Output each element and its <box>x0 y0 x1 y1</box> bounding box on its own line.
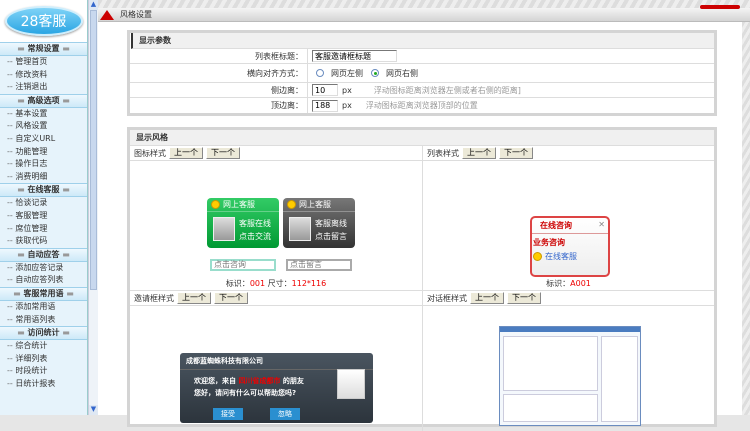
dialog-style-section: 对话框样式 上一个 下一个 <box>423 291 714 431</box>
sidebar-item[interactable]: 自定义URL <box>0 133 87 146</box>
list-next-button[interactable]: 下一个 <box>499 147 533 159</box>
sidebar-item[interactable]: 获取代码 <box>0 235 87 248</box>
invite-box-preview: 成都蓝蜘蛛科技有限公司 欢迎您，来自 四川省成都市 的朋友 您好，请问有什么可以… <box>180 353 373 423</box>
qq-icon <box>211 200 220 209</box>
ignore-button[interactable]: 忽略 <box>270 408 300 420</box>
avatar <box>213 217 235 241</box>
list-prev-button[interactable]: 上一个 <box>462 147 496 159</box>
list-title-label: 列表框标题： <box>130 49 308 63</box>
sidebar-section-header: 常规设置 <box>0 42 87 56</box>
icon-style-section: 图标样式 上一个 下一个 网上客服 客服在线 点击交流 网上客服 客服离线 点击留言 点… <box>130 146 423 291</box>
top-hint: 浮动图标距离浏览器顶部的位置 <box>365 101 478 110</box>
align-right-radio[interactable] <box>371 69 379 77</box>
sidebar-item[interactable]: 时段统计 <box>0 365 87 378</box>
online-icon-preview: 网上客服 客服在线 点击交流 <box>207 198 279 248</box>
sidebar-section-header: 客服常用语 <box>0 286 87 301</box>
qq-icon <box>533 252 542 261</box>
close-icon: ✕ <box>598 220 605 229</box>
list-style-section: 列表样式 上一个 下一个 在线咨询 ✕ 业务咨询 在线客服 标识：A001 <box>423 146 714 291</box>
display-params-panel: 显示参数 列表框标题： 横向对齐方式： 网页左侧 网页右侧 侧边离： px 浮动图标… <box>127 30 717 116</box>
side-unit: px <box>342 85 352 95</box>
sidebar: 28客服 常规设置管理首页修改资料注销退出高级选项基本设置风格设置自定义URL功… <box>0 0 88 415</box>
dialog-preview <box>499 326 641 426</box>
message-input-preview: 点击留言 <box>286 259 352 271</box>
side-margin-label: 侧边离： <box>130 83 308 97</box>
align-left-radio[interactable] <box>316 69 324 77</box>
scroll-thumb[interactable] <box>90 10 97 290</box>
list-box-preview: 在线咨询 ✕ 业务咨询 在线客服 <box>530 216 610 277</box>
avatar <box>289 217 311 241</box>
sidebar-item[interactable]: 恰谈记录 <box>0 197 87 210</box>
triangle-icon <box>100 10 114 20</box>
sidebar-item[interactable]: 席位管理 <box>0 223 87 236</box>
align-right-label[interactable]: 网页右侧 <box>386 68 418 79</box>
agent-avatar <box>337 369 365 399</box>
invite-style-label: 邀请框样式 <box>134 293 174 303</box>
decor-bar <box>700 5 740 9</box>
top-margin-input[interactable] <box>312 99 338 112</box>
offline-icon-preview: 网上客服 客服离线 点击留言 <box>283 198 355 248</box>
align-label: 横向对齐方式： <box>130 64 308 82</box>
dialog-prev-button[interactable]: 上一个 <box>470 292 504 304</box>
side-margin-input[interactable] <box>312 84 338 96</box>
top-unit: px <box>342 101 352 110</box>
sidebar-item[interactable]: 修改资料 <box>0 69 87 82</box>
sidebar-section-header: 高级选项 <box>0 93 87 108</box>
dialog-next-button[interactable]: 下一个 <box>507 292 541 304</box>
sidebar-item[interactable]: 添加应答记录 <box>0 262 87 275</box>
list-style-label: 列表样式 <box>427 148 459 158</box>
sidebar-item[interactable]: 常用语列表 <box>0 314 87 327</box>
invite-prev-button[interactable]: 上一个 <box>177 292 211 304</box>
logo-text: 28客服 <box>4 6 83 36</box>
page-header: 风格设置 <box>98 5 750 22</box>
sidebar-item[interactable]: 日统计报表 <box>0 378 87 391</box>
icon-style-label: 图标样式 <box>134 148 166 158</box>
sidebar-item[interactable]: 风格设置 <box>0 120 87 133</box>
panel-title: 显示参数 <box>131 33 714 49</box>
main-content: 风格设置 显示参数 列表框标题： 横向对齐方式： 网页左侧 网页右侧 侧边离： p… <box>98 0 750 431</box>
sidebar-item[interactable]: 详细列表 <box>0 353 87 366</box>
right-border <box>742 22 750 415</box>
qq-icon <box>287 200 296 209</box>
icon-next-button[interactable]: 下一个 <box>206 147 240 159</box>
sidebar-section-header: 访问统计 <box>0 326 87 341</box>
scroll-up-icon[interactable]: ▲ <box>89 0 98 10</box>
sidebar-item[interactable]: 操作日志 <box>0 158 87 171</box>
scroll-down-icon[interactable]: ▼ <box>89 405 98 415</box>
invite-style-section: 邀请框样式 上一个 下一个 成都蓝蜘蛛科技有限公司 欢迎您，来自 四川省成都市 的朋… <box>130 291 423 431</box>
page-title: 风格设置 <box>120 10 152 19</box>
sidebar-item[interactable]: 注销退出 <box>0 81 87 94</box>
accept-button[interactable]: 接受 <box>213 408 243 420</box>
sidebar-item[interactable]: 管理首页 <box>0 56 87 69</box>
icon-id-info: 标识：001 尺寸：112*116 <box>225 279 327 288</box>
consult-input-preview: 点击咨询 <box>210 259 276 271</box>
sidebar-item[interactable]: 基本设置 <box>0 108 87 121</box>
panel-title: 显示风格 <box>130 130 714 146</box>
top-margin-label: 顶边离： <box>130 98 308 113</box>
sidebar-section-header: 自动应答 <box>0 247 87 262</box>
icon-prev-button[interactable]: 上一个 <box>169 147 203 159</box>
list-title-input[interactable] <box>312 50 397 62</box>
logo: 28客服 <box>0 0 87 42</box>
dialog-style-label: 对话框样式 <box>427 293 467 303</box>
sidebar-item[interactable]: 客服管理 <box>0 210 87 223</box>
sidebar-item[interactable]: 功能管理 <box>0 146 87 159</box>
side-hint: 浮动图标距离浏览器左侧或者右侧的距离] <box>373 85 521 95</box>
sidebar-section-header: 在线客服 <box>0 183 87 198</box>
sidebar-item[interactable]: 消费明细 <box>0 171 87 184</box>
top-strip <box>98 0 750 8</box>
display-style-panel: 显示风格 图标样式 上一个 下一个 网上客服 客服在线 点击交流 网上客服 客服离线点… <box>127 127 717 431</box>
list-id-info: 标识：A001 <box>546 279 591 288</box>
sidebar-item[interactable]: 自动应答列表 <box>0 274 87 287</box>
sidebar-item[interactable]: 添加常用语 <box>0 301 87 314</box>
align-left-label[interactable]: 网页左侧 <box>331 68 363 79</box>
sidebar-scrollbar[interactable]: ▲ ▼ <box>88 0 98 415</box>
sidebar-item[interactable]: 综合统计 <box>0 340 87 353</box>
invite-next-button[interactable]: 下一个 <box>214 292 248 304</box>
